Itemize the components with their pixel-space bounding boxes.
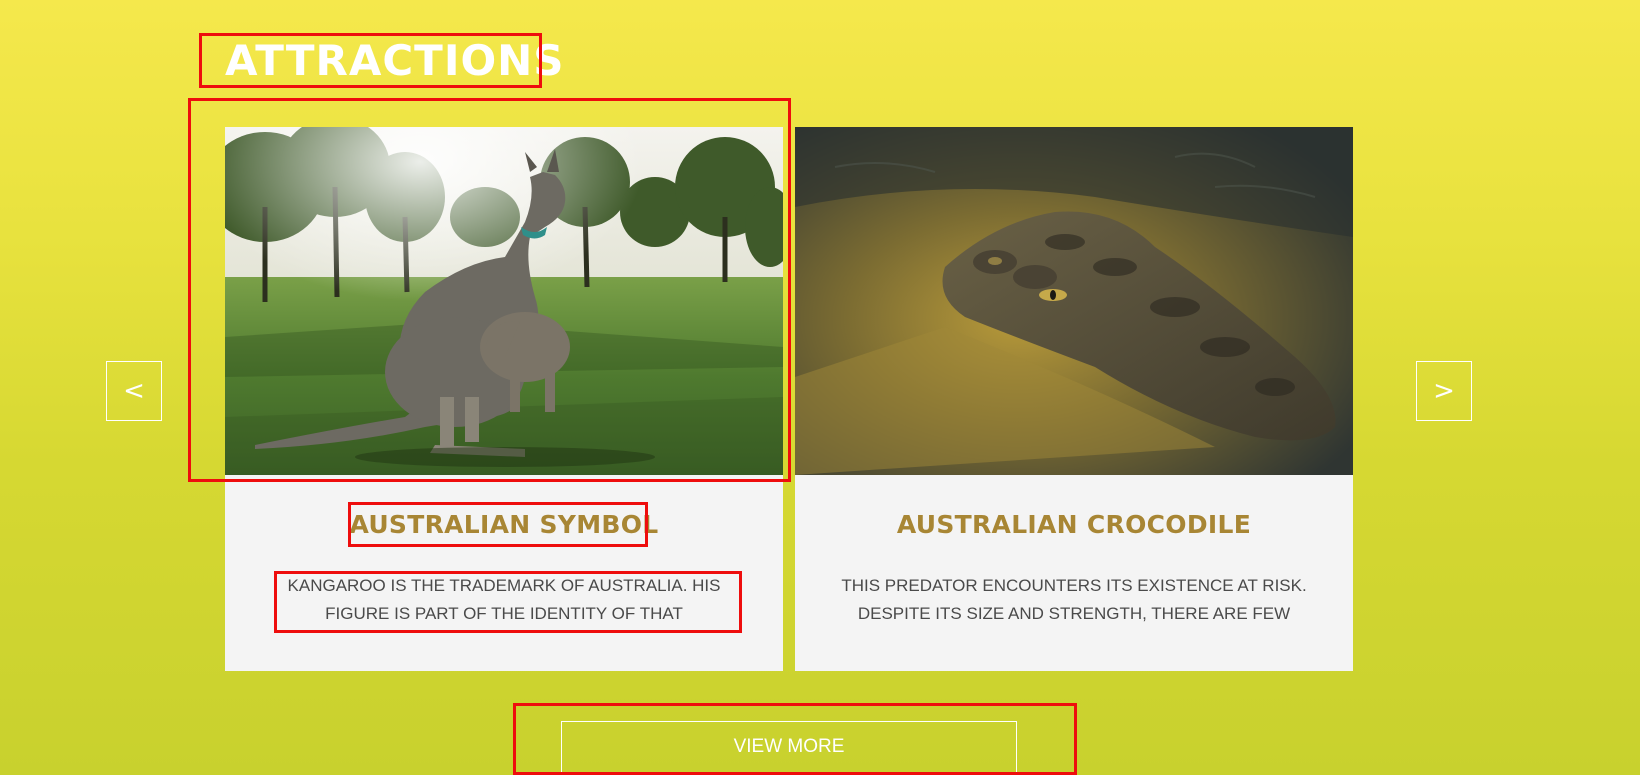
section-title: ATTRACTIONS (225, 36, 565, 85)
card-title: AUSTRALIAN SYMBOL (349, 510, 659, 539)
view-more-button[interactable]: VIEW MORE (561, 721, 1017, 773)
kangaroo-photo[interactable] (225, 127, 783, 475)
carousel-next-button[interactable]: > (1416, 361, 1472, 421)
attraction-card-crocodile[interactable]: AUSTRALIAN CROCODILE THIS PREDATOR ENCOU… (795, 127, 1353, 671)
attraction-card-kangaroo[interactable]: AUSTRALIAN SYMBOL KANGAROO IS THE TRADEM… (225, 127, 783, 671)
crocodile-photo[interactable] (795, 127, 1353, 475)
carousel-prev-button[interactable]: < (106, 361, 162, 421)
card-description: THIS PREDATOR ENCOUNTERS ITS EXISTENCE A… (841, 576, 1307, 623)
card-description: KANGAROO IS THE TRADEMARK OF AUSTRALIA. … (287, 576, 721, 623)
card-title: AUSTRALIAN CROCODILE (896, 510, 1252, 539)
